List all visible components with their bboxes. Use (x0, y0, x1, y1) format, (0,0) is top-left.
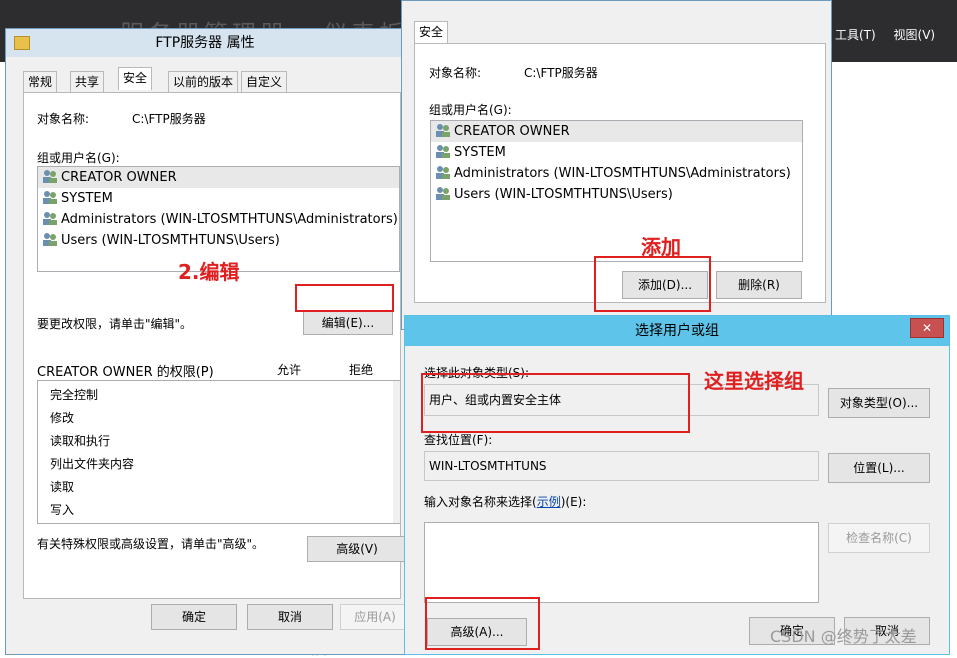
object-types-button[interactable]: 对象类型(O)... (828, 388, 930, 418)
user-group-icon (42, 169, 58, 183)
object-names-input[interactable] (424, 522, 819, 603)
permission-row: 读取和执行 (50, 434, 111, 448)
user-group-icon (435, 123, 451, 137)
user-group-icon (435, 165, 451, 179)
user-group-icon (435, 186, 451, 200)
permission-row: 完全控制 (50, 388, 99, 402)
edit-highlight-box (295, 284, 394, 312)
ok-button[interactable]: 确定 (151, 604, 237, 630)
permission-row: 修改 (50, 411, 75, 425)
object-name-label: 对象名称: (429, 66, 482, 80)
location-field: WIN-LTOSMTHTUNS (424, 451, 819, 481)
tab-previous-versions[interactable]: 以前的版本 (168, 71, 239, 92)
user-group-icon (42, 211, 58, 225)
object-names-label: 输入对象名称来选择(示例)(E): (424, 495, 587, 509)
permissions-list[interactable]: 完全控制 修改 读取和执行 列出文件夹内容 读取 写入 (37, 380, 400, 524)
advanced-highlight-box (425, 597, 540, 650)
location-button[interactable]: 位置(L)... (828, 453, 930, 483)
watermark: CSDN @终势了太差 (770, 627, 917, 646)
user-group-icon (435, 144, 451, 158)
list-item[interactable]: Administrators (WIN-LTOSMTHTUNS\Administ… (431, 163, 802, 184)
list-item[interactable]: SYSTEM (38, 188, 399, 209)
check-names-button[interactable]: 检查名称(C) (828, 523, 930, 553)
folder-icon (14, 36, 30, 50)
group-users-label: 组或用户名(G): (429, 103, 512, 117)
permission-row: 写入 (50, 503, 75, 517)
list-item[interactable]: CREATOR OWNER (38, 167, 399, 188)
list-item[interactable]: SYSTEM (431, 142, 802, 163)
select-group-annotation: 这里选择组 (704, 369, 804, 393)
remove-button[interactable]: 删除(R) (716, 271, 802, 299)
menu-tools[interactable]: 工具(T) (835, 28, 876, 42)
user-group-icon (42, 190, 58, 204)
location-label: 查找位置(F): (424, 433, 493, 447)
advanced-hint: 有关特殊权限或高级设置，请单击"高级"。 (37, 537, 265, 551)
advanced-button[interactable]: 高级(V) (307, 536, 407, 562)
permission-row: 列出文件夹内容 (50, 457, 135, 471)
close-icon[interactable]: ✕ (910, 318, 944, 338)
permissions-label: CREATOR OWNER 的权限(P) (37, 365, 214, 380)
server-manager-menu: 工具(T) 视图(V) (835, 26, 949, 43)
list-item[interactable]: Administrators (WIN-LTOSMTHTUNS\Administ… (38, 209, 399, 230)
edit-annotation: 2.编辑 (178, 260, 240, 284)
add-annotation: 添加 (641, 235, 681, 259)
ftp-properties-titlebar: FTP服务器 属性 (6, 29, 404, 57)
list-item[interactable]: CREATOR OWNER (431, 121, 802, 142)
edit-button[interactable]: 编辑(E)... (303, 311, 393, 335)
select-users-titlebar: 选择用户或组 (405, 316, 949, 346)
deny-header: 拒绝 (349, 363, 374, 377)
ftp-properties-window: FTP服务器 属性 常规 共享 安全 以前的版本 自定义 对象名称: C:\FT… (5, 28, 410, 655)
tab-sharing[interactable]: 共享 (70, 71, 105, 92)
cancel-button[interactable]: 取消 (247, 604, 333, 630)
object-type-highlight-box (421, 373, 690, 433)
permissions-scrollbar[interactable] (393, 381, 400, 523)
permission-row: 读取 (50, 480, 75, 494)
tab-customize[interactable]: 自定义 (241, 71, 288, 92)
tab-security[interactable]: 安全 (118, 67, 153, 90)
select-users-title: 选择用户或组 (635, 323, 719, 339)
tab-general[interactable]: 常规 (23, 71, 58, 92)
user-group-icon (42, 232, 58, 246)
tab-security[interactable]: 安全 (414, 21, 449, 44)
apply-button[interactable]: 应用(A) (340, 604, 410, 630)
object-name-value: C:\FTP服务器 (524, 66, 598, 80)
menu-view[interactable]: 视图(V) (894, 28, 936, 42)
users-list[interactable]: CREATOR OWNER SYSTEM Administrators (WIN… (430, 120, 803, 262)
list-item[interactable]: Users (WIN-LTOSMTHTUNS\Users) (431, 184, 802, 205)
add-highlight-box (594, 256, 711, 312)
list-item[interactable]: Users (WIN-LTOSMTHTUNS\Users) (38, 230, 399, 251)
security-panel: 对象名称: C:\FTP服务器 组或用户名(G): CREATOR OWNER … (23, 92, 407, 599)
examples-link[interactable]: 示例 (537, 495, 561, 509)
ftp-properties-title: FTP服务器 属性 (155, 35, 255, 51)
allow-header: 允许 (277, 363, 302, 377)
group-users-label: 组或用户名(G): (37, 151, 120, 165)
object-name-label: 对象名称: (37, 112, 90, 126)
object-name-value: C:\FTP服务器 (132, 112, 206, 126)
change-permissions-hint: 要更改权限，请单击"编辑"。 (37, 317, 193, 331)
